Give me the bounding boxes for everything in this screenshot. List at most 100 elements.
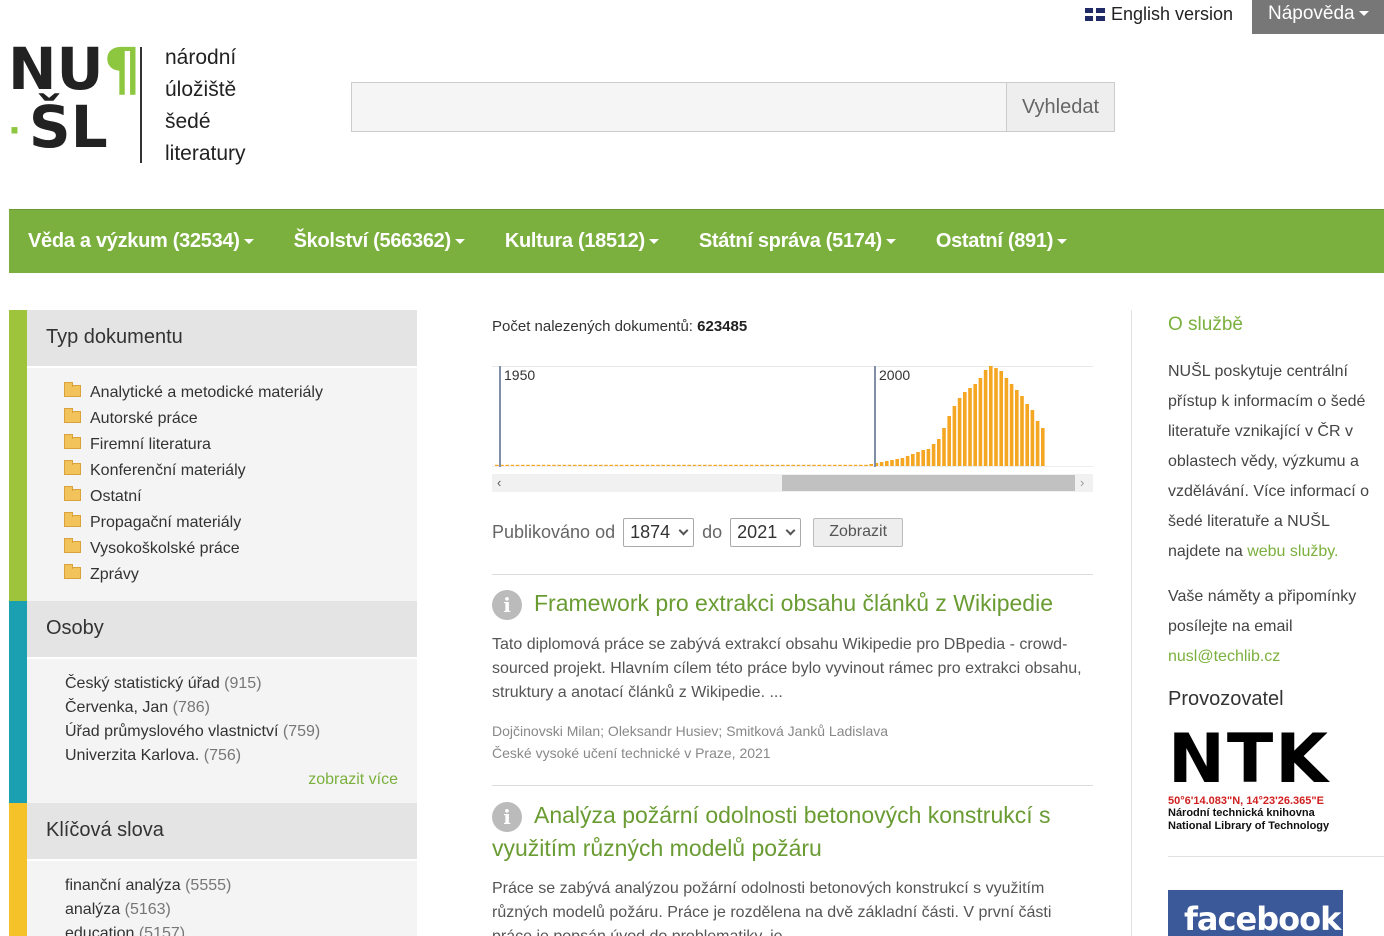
histogram-bar[interactable]: [921, 450, 925, 466]
histogram-bar[interactable]: [770, 464, 775, 466]
help-dropdown[interactable]: Nápověda: [1252, 0, 1384, 34]
nav-item-statni-sprava[interactable]: Státní správa (5174): [699, 230, 896, 253]
histogram-bar[interactable]: [510, 464, 515, 466]
histogram-bar[interactable]: [942, 428, 946, 466]
facet-item[interactable]: Český statistický úřad (915): [27, 672, 417, 696]
histogram-bar[interactable]: [1041, 428, 1045, 466]
english-version-link[interactable]: English version: [1085, 4, 1233, 25]
histogram-bar[interactable]: [666, 464, 671, 466]
histogram-bar[interactable]: [557, 464, 561, 466]
nav-item-veda[interactable]: Věda a výzkum (32534): [28, 230, 254, 253]
nav-item-ostatni[interactable]: Ostatní (891): [936, 230, 1068, 253]
facet-title[interactable]: Typ dokumentu: [27, 310, 417, 366]
histogram-bar[interactable]: [1020, 396, 1024, 466]
histogram-bar[interactable]: [729, 464, 733, 466]
show-more-link[interactable]: zobrazit více: [27, 768, 417, 792]
histogram-bar[interactable]: [562, 464, 567, 466]
histogram-bar[interactable]: [697, 464, 702, 466]
histogram-bar[interactable]: [822, 464, 827, 466]
histogram-bar[interactable]: [989, 366, 993, 466]
histogram-bar[interactable]: [505, 464, 509, 466]
histogram-bar[interactable]: [1025, 404, 1029, 466]
histogram-bar[interactable]: [843, 464, 847, 466]
scroll-right-icon[interactable]: ›: [1080, 475, 1084, 490]
histogram-bar[interactable]: [999, 371, 1003, 466]
histogram-bar[interactable]: [978, 378, 983, 466]
facet-item[interactable]: Propagační materiály: [27, 510, 417, 536]
histogram-bar[interactable]: [853, 464, 858, 466]
facet-item[interactable]: finanční analýza (5555): [27, 874, 417, 898]
facet-item[interactable]: Zprávy: [27, 562, 417, 588]
histogram-bar[interactable]: [749, 464, 754, 466]
histogram-bar[interactable]: [682, 464, 686, 466]
histogram-bar[interactable]: [755, 464, 759, 466]
histogram-bar[interactable]: [713, 464, 717, 466]
histogram-bar[interactable]: [687, 464, 691, 466]
histogram-bar[interactable]: [651, 464, 655, 466]
facet-item[interactable]: analýza (5163): [27, 898, 417, 922]
facet-item[interactable]: Univerzita Karlova. (756): [27, 744, 417, 768]
histogram-bar[interactable]: [937, 439, 941, 466]
histogram-bar[interactable]: [547, 464, 551, 466]
facet-item[interactable]: Červenka, Jan (786): [27, 696, 417, 720]
histogram-bar[interactable]: [604, 464, 608, 466]
histogram-bar[interactable]: [879, 462, 884, 466]
histogram-bar[interactable]: [957, 398, 962, 466]
histogram-bar[interactable]: [531, 464, 535, 466]
histogram-bar[interactable]: [718, 464, 723, 466]
histogram-bar[interactable]: [791, 464, 795, 466]
show-button[interactable]: Zobrazit: [813, 517, 904, 547]
histogram-bar[interactable]: [859, 464, 863, 466]
histogram-bar[interactable]: [536, 464, 541, 466]
histogram-bar[interactable]: [640, 464, 645, 466]
histogram-bar[interactable]: [1030, 410, 1035, 466]
year-histogram[interactable]: 1950 2000 ‹ ›: [492, 362, 1093, 492]
histogram-bar[interactable]: [968, 388, 972, 466]
histogram-bar[interactable]: [630, 464, 634, 466]
histogram-bar[interactable]: [567, 464, 572, 466]
histogram-bar[interactable]: [931, 444, 936, 466]
facet-item[interactable]: Autorské práce: [27, 406, 417, 432]
search-button[interactable]: Vyhledat: [1006, 82, 1115, 132]
histogram-bar[interactable]: [635, 464, 639, 466]
histogram-bar[interactable]: [495, 464, 499, 466]
histogram-bar[interactable]: [812, 464, 816, 466]
histogram-bar[interactable]: [1035, 421, 1040, 466]
histogram-bar[interactable]: [807, 464, 811, 466]
histogram-bar[interactable]: [599, 464, 603, 466]
histogram-bar[interactable]: [573, 464, 577, 466]
histogram-bar[interactable]: [1004, 378, 1009, 466]
histogram-bar[interactable]: [625, 464, 629, 466]
histogram-bar[interactable]: [905, 456, 910, 466]
nav-item-skolstvi[interactable]: Školství (566362): [294, 230, 465, 253]
facet-item[interactable]: Konferenční materiály: [27, 458, 417, 484]
histogram-bar[interactable]: [760, 464, 764, 466]
histogram-bar[interactable]: [848, 464, 853, 466]
histogram-bar[interactable]: [947, 416, 951, 466]
facet-item[interactable]: Vysokoškolské práce: [27, 536, 417, 562]
histogram-bar[interactable]: [864, 464, 868, 466]
histogram-bar[interactable]: [708, 464, 712, 466]
about-service-link[interactable]: webu služby.: [1247, 543, 1338, 560]
facet-title[interactable]: Klíčová slova: [27, 803, 417, 859]
histogram-bar[interactable]: [583, 464, 587, 466]
histogram-bar[interactable]: [656, 464, 660, 466]
scroll-left-icon[interactable]: ‹: [497, 475, 501, 490]
histogram-bar[interactable]: [1009, 384, 1014, 466]
histogram-bar[interactable]: [692, 464, 697, 466]
histogram-bar[interactable]: [541, 464, 546, 466]
histogram-bar[interactable]: [765, 464, 769, 466]
nav-item-kultura[interactable]: Kultura (18512): [505, 230, 659, 253]
histogram-bar[interactable]: [593, 464, 598, 466]
facet-title[interactable]: Osoby: [27, 601, 417, 657]
email-link[interactable]: nusl@techlib.cz: [1168, 648, 1280, 665]
histogram-bar[interactable]: [588, 464, 593, 466]
histogram-bar[interactable]: [677, 464, 681, 466]
histogram-bar[interactable]: [983, 370, 988, 466]
histogram-bar[interactable]: [994, 368, 998, 466]
histogram-bar[interactable]: [786, 464, 790, 466]
histogram-bar[interactable]: [869, 464, 873, 466]
search-input[interactable]: [351, 82, 1007, 132]
histogram-scroll-thumb[interactable]: [782, 475, 1075, 491]
record-title[interactable]: i Framework pro extrakci obsahu článků z …: [492, 587, 1092, 620]
